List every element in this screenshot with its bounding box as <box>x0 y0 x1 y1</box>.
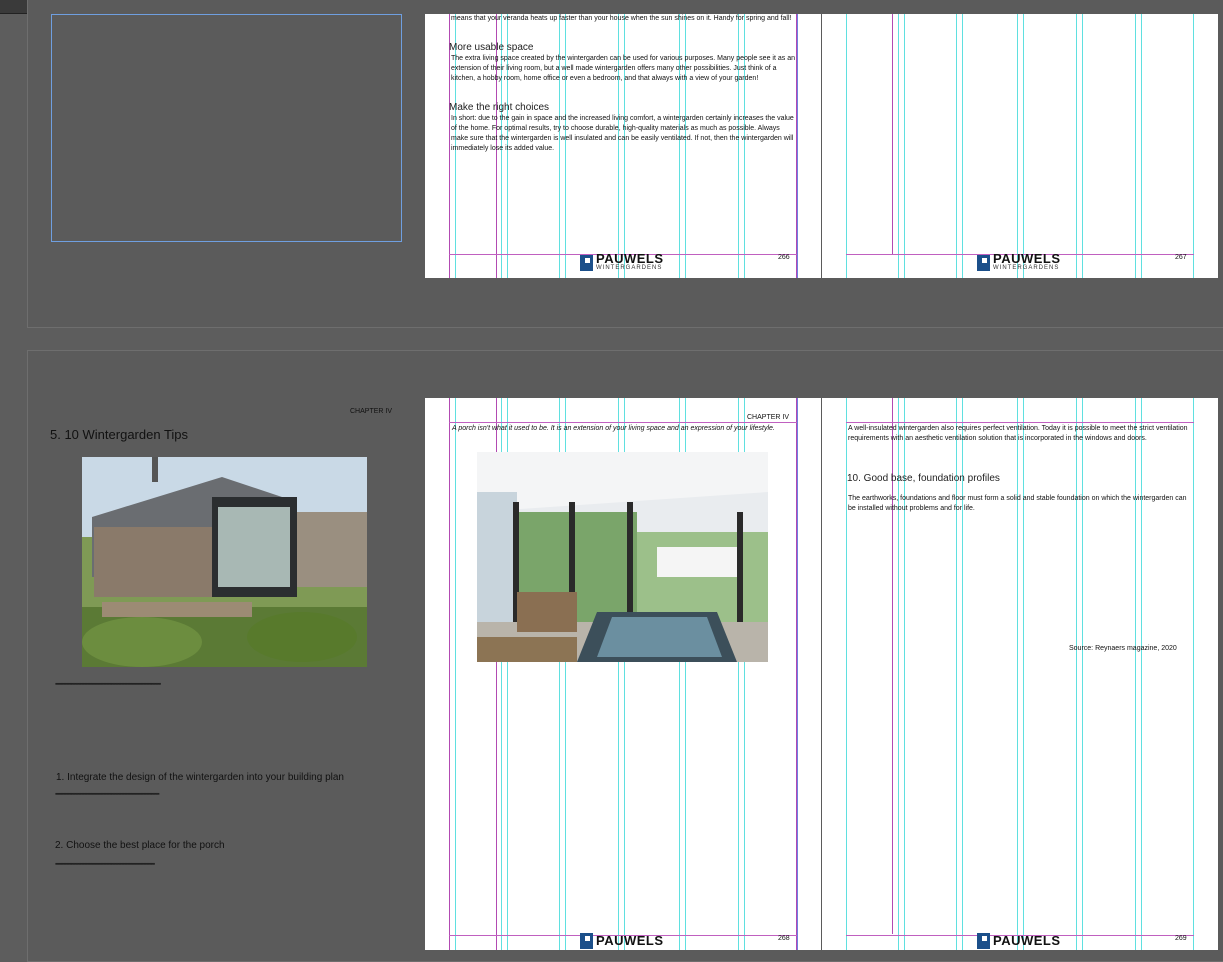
body-text[interactable]: A well-insulated wintergarden also requi… <box>848 424 1193 444</box>
overset-text-line: ▪▪▪▪▪▪▪▪▪▪▪▪▪▪▪▪▪▪▪▪▪▪▪▪▪▪▪▪▪▪▪▪▪▪▪▪▪▪▪▪… <box>55 791 160 798</box>
section-heading[interactable]: 10. Good base, foundation profiles <box>847 473 1000 484</box>
body-text[interactable]: The extra living space created by the wi… <box>451 54 796 84</box>
tip-heading[interactable]: 1. Integrate the design of the wintergar… <box>56 772 344 783</box>
logo-mark-icon <box>580 933 593 949</box>
tip-heading[interactable]: 2. Choose the best place for the porch <box>55 840 225 851</box>
page-268[interactable]: CHAPTER IV A porch isn't what it used to… <box>425 398 821 950</box>
body-text[interactable]: means that your veranda heats up faster … <box>451 14 796 24</box>
house-photo[interactable] <box>82 457 367 667</box>
section-heading[interactable]: More usable space <box>449 42 534 53</box>
body-text[interactable]: The earthworks, foundations and floor mu… <box>848 494 1193 514</box>
page-269[interactable]: A well-insulated wintergarden also requi… <box>822 398 1218 950</box>
pasteboard-empty-frame[interactable] <box>51 14 402 242</box>
pasteboard-title[interactable]: 5. 10 Wintergarden Tips <box>50 427 188 442</box>
page-number: 267 <box>1175 254 1187 261</box>
section-heading[interactable]: Make the right choices <box>449 102 549 113</box>
page-number: 269 <box>1175 935 1187 942</box>
overset-text-line: ▪▪▪▪▪▪▪▪▪▪▪▪▪▪▪▪▪▪▪▪▪▪▪▪▪▪▪▪▪▪▪▪▪▪▪▪▪▪▪▪… <box>55 681 161 688</box>
page-number: 268 <box>778 935 790 942</box>
pauwels-logo: PAUWELS WINTERGARDENS <box>580 252 664 272</box>
chapter-label[interactable]: CHAPTER IV <box>747 414 789 421</box>
overset-text-line: ▪▪▪▪▪▪▪▪▪▪▪▪▪▪▪▪▪▪▪▪▪▪▪▪▪▪▪▪▪▪▪▪▪▪▪▪▪▪▪▪… <box>55 861 155 868</box>
interior-pool-photo[interactable] <box>477 452 768 662</box>
interior-pool-photo-image <box>477 452 768 662</box>
page-number: 266 <box>778 254 790 261</box>
pauwels-logo: PAUWELS <box>977 933 1061 949</box>
house-photo-image <box>82 457 367 667</box>
logo-mark-icon <box>977 933 990 949</box>
page-267[interactable]: PAUWELS WINTERGARDENS 267 <box>822 14 1218 278</box>
body-text[interactable]: In short: due to the gain in space and t… <box>451 114 796 154</box>
pauwels-logo: PAUWELS <box>580 933 664 949</box>
chapter-label[interactable]: CHAPTER IV <box>350 408 392 415</box>
intro-quote[interactable]: A porch isn't what it used to be. It is … <box>452 424 797 434</box>
page-266[interactable]: means that your veranda heats up faster … <box>425 14 821 278</box>
source-credit[interactable]: Source: Reynaers magazine, 2020 <box>1069 645 1177 652</box>
pauwels-logo: PAUWELS WINTERGARDENS <box>977 252 1061 272</box>
logo-mark-icon <box>977 254 990 271</box>
logo-mark-icon <box>580 254 593 271</box>
